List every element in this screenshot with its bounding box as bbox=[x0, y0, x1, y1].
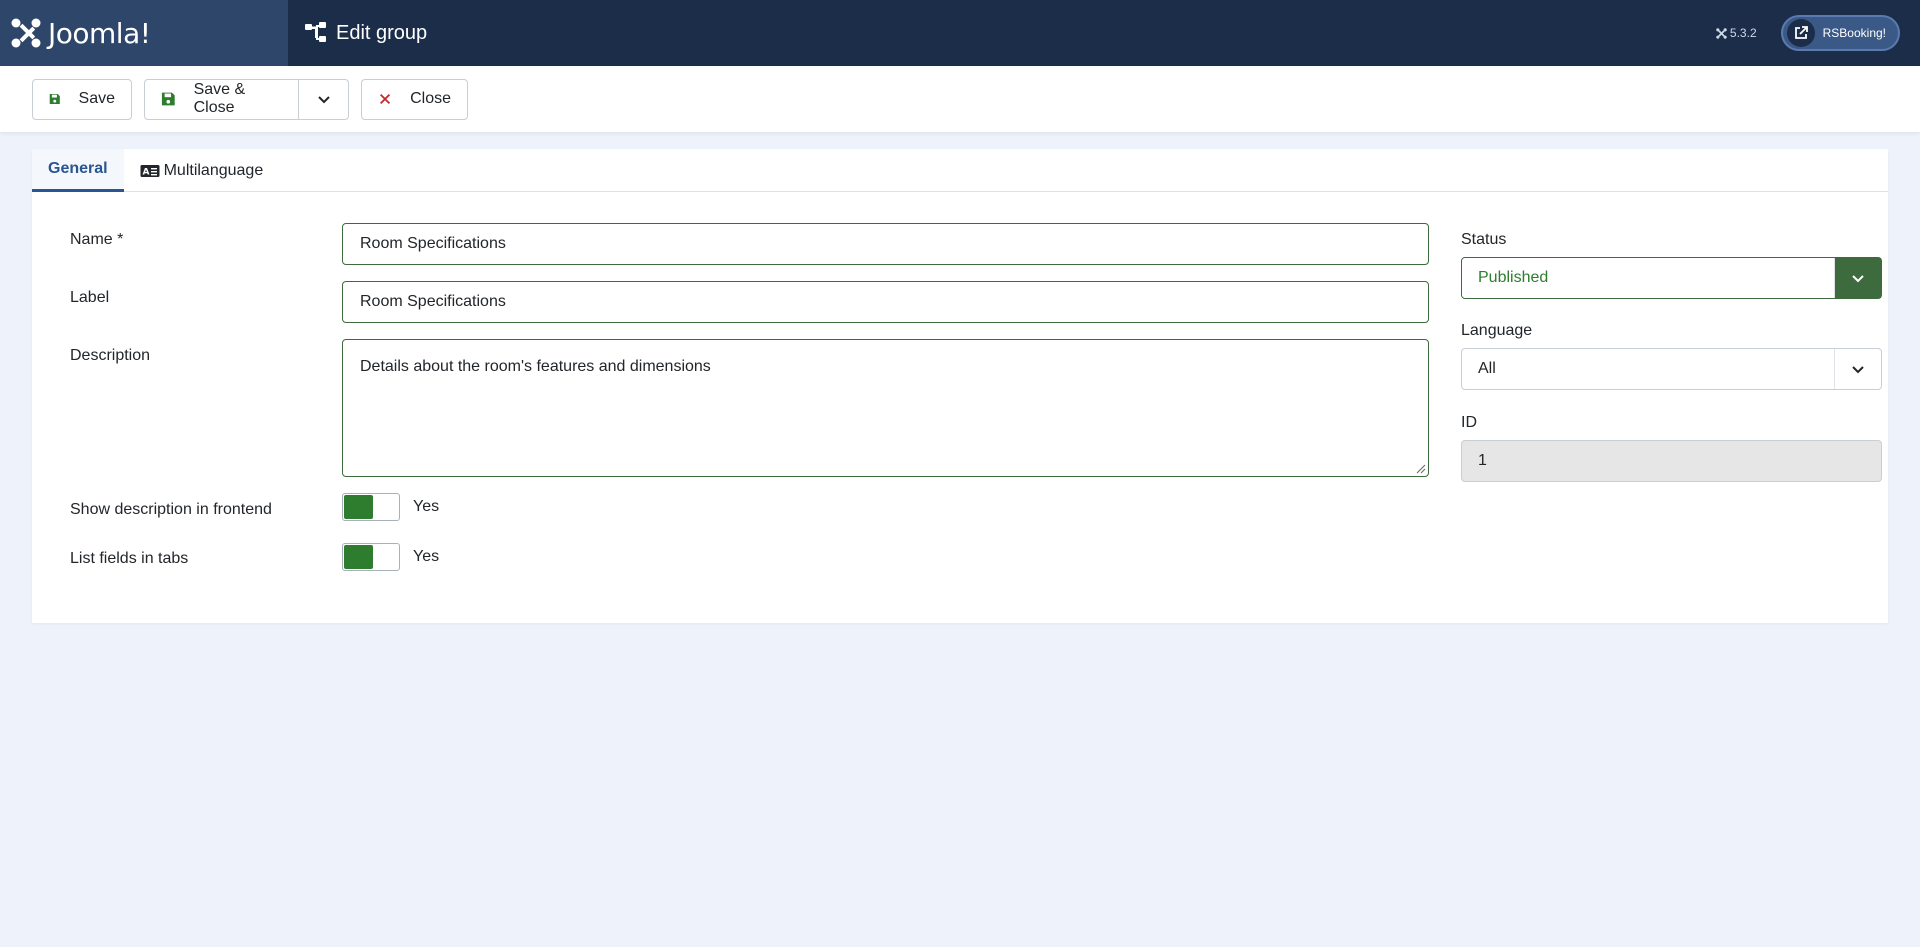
list-fields-tabs-value: Yes bbox=[413, 548, 440, 565]
toolbar: Save Save & Close Close bbox=[0, 66, 1920, 132]
chevron-down-icon bbox=[1852, 366, 1864, 374]
external-link-icon-wrap bbox=[1786, 19, 1815, 47]
language-icon: A bbox=[140, 164, 160, 177]
show-description-toggle[interactable] bbox=[342, 493, 400, 521]
show-description-label: Show description in frontend bbox=[70, 501, 272, 518]
description-textarea[interactable]: Details about the room's features and di… bbox=[342, 339, 1429, 477]
status-value: Published bbox=[1478, 269, 1549, 286]
label-value: Room Specifications bbox=[360, 293, 506, 310]
label-input[interactable]: Room Specifications bbox=[342, 281, 1429, 323]
toggle-on-indicator bbox=[344, 545, 373, 569]
language-value: All bbox=[1478, 360, 1496, 377]
close-label: Close bbox=[410, 90, 451, 107]
description-value: Details about the room's features and di… bbox=[360, 358, 711, 375]
name-input[interactable]: Room Specifications bbox=[342, 223, 1429, 265]
tab-multilanguage[interactable]: A Multilanguage bbox=[124, 149, 280, 192]
logo[interactable]: Joomla! bbox=[0, 0, 288, 66]
tab-general[interactable]: General bbox=[32, 149, 124, 192]
external-site-button[interactable]: RSBooking! bbox=[1780, 15, 1900, 51]
save-close-group: Save & Close bbox=[144, 78, 349, 120]
description-label: Description bbox=[70, 347, 151, 364]
status-label: Status bbox=[1461, 231, 1507, 248]
external-site-label: RSBooking! bbox=[1822, 26, 1886, 40]
show-description-value: Yes bbox=[413, 498, 440, 515]
save-label: Save bbox=[78, 90, 115, 107]
joomla-logo-icon bbox=[11, 18, 41, 48]
sitemap-icon bbox=[305, 22, 326, 42]
floppy-disk-icon bbox=[161, 92, 175, 106]
chevron-down-icon bbox=[1852, 275, 1864, 283]
top-header: Joomla! Edit group 5.3.2 RSBooking! bbox=[0, 0, 1920, 66]
external-link-icon bbox=[1794, 26, 1808, 39]
toggle-on-indicator bbox=[344, 495, 373, 519]
id-value: 1 bbox=[1478, 452, 1487, 469]
page-title: Edit group bbox=[336, 21, 428, 44]
language-select[interactable]: All bbox=[1461, 348, 1882, 390]
logo-text: Joomla! bbox=[48, 16, 151, 50]
language-label: Language bbox=[1461, 322, 1533, 339]
id-label: ID bbox=[1461, 414, 1477, 431]
list-fields-tabs-toggle[interactable] bbox=[342, 543, 400, 571]
name-value: Room Specifications bbox=[360, 235, 506, 252]
save-close-button[interactable]: Save & Close bbox=[145, 79, 299, 119]
status-caret bbox=[1834, 258, 1881, 298]
resize-handle-icon[interactable] bbox=[1414, 462, 1426, 474]
save-options-dropdown-button[interactable] bbox=[299, 79, 348, 119]
status-select[interactable]: Published bbox=[1461, 257, 1882, 299]
version-info: 5.3.2 bbox=[1716, 26, 1757, 40]
svg-text:A: A bbox=[142, 167, 149, 177]
list-fields-tabs-label: List fields in tabs bbox=[70, 550, 189, 567]
page-title-area: Edit group bbox=[304, 21, 427, 45]
close-icon bbox=[380, 93, 391, 105]
language-caret bbox=[1834, 349, 1881, 389]
version-text: 5.3.2 bbox=[1729, 26, 1757, 40]
save-button[interactable]: Save bbox=[32, 78, 132, 120]
chevron-down-icon bbox=[317, 96, 330, 104]
tab-multilanguage-label: Multilanguage bbox=[163, 161, 264, 179]
edit-form-card: General A Multilanguage Name * Room Spec… bbox=[32, 149, 1888, 623]
header-right: 5.3.2 RSBooking! bbox=[1716, 0, 1900, 66]
tab-bar: General A Multilanguage bbox=[32, 149, 1888, 192]
floppy-disk-icon bbox=[49, 93, 60, 105]
tab-general-label: General bbox=[48, 160, 108, 177]
close-button[interactable]: Close bbox=[361, 78, 468, 120]
name-label: Name * bbox=[70, 231, 124, 248]
save-close-label: Save & Close bbox=[193, 81, 246, 116]
id-field: 1 bbox=[1461, 440, 1882, 482]
joomla-small-icon bbox=[1716, 27, 1727, 39]
label-label: Label bbox=[70, 289, 110, 306]
